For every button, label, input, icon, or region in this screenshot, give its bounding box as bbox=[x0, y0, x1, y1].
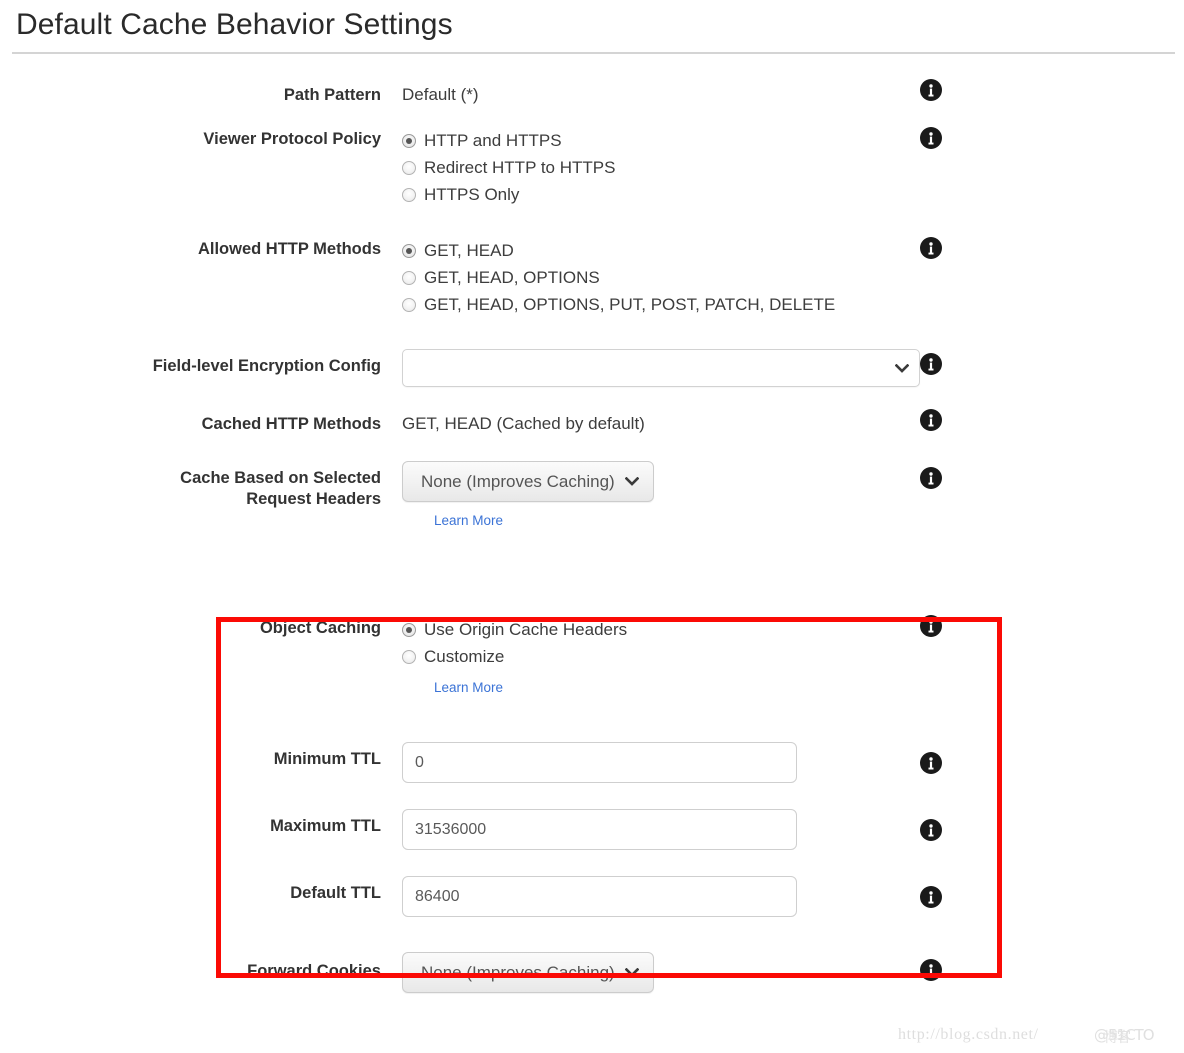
cached-http-methods-label: Cached HTTP Methods bbox=[201, 415, 381, 433]
radio-https-only[interactable]: HTTPS Only bbox=[402, 181, 1184, 208]
row-cached-http-methods: Cached HTTP Methods GET, HEAD (Cached by… bbox=[0, 409, 1184, 459]
radio-http-and-https[interactable]: HTTP and HTTPS bbox=[402, 127, 1184, 154]
radio-label: Customize bbox=[424, 646, 505, 666]
cache-based-on-headers-learn-more-link[interactable]: Learn More bbox=[434, 512, 503, 530]
maximum-ttl-input[interactable] bbox=[402, 809, 797, 850]
row-allowed-http-methods: Allowed HTTP Methods GET, HEAD GET, HEAD… bbox=[0, 236, 1184, 344]
cache-behavior-form: Path Pattern Default (*) Viewer Protocol… bbox=[0, 79, 1184, 1012]
chevron-down-icon bbox=[624, 968, 639, 977]
allowed-http-methods-field: GET, HEAD GET, HEAD, OPTIONS GET, HEAD, … bbox=[381, 236, 1184, 318]
viewer-protocol-policy-field: HTTP and HTTPS Redirect HTTP to HTTPS HT… bbox=[381, 126, 1184, 208]
object-caching-learn-more-link[interactable]: Learn More bbox=[434, 679, 503, 697]
field-level-encryption-config-field bbox=[381, 344, 1184, 387]
radio-get-head[interactable]: GET, HEAD bbox=[402, 237, 1184, 264]
forward-cookies-select[interactable]: None (Improves Caching) bbox=[402, 952, 654, 993]
info-icon[interactable] bbox=[920, 959, 942, 981]
cache-based-on-headers-value: None (Improves Caching) bbox=[421, 471, 615, 491]
info-icon[interactable] bbox=[920, 467, 942, 489]
watermark-overlay-cjk: 博客 bbox=[1104, 1030, 1131, 1046]
default-ttl-label: Default TTL bbox=[290, 884, 381, 902]
radio-label: GET, HEAD, OPTIONS, PUT, POST, PATCH, DE… bbox=[424, 294, 836, 314]
info-icon[interactable] bbox=[920, 353, 942, 375]
page-title: Default Cache Behavior Settings bbox=[16, 8, 453, 41]
row-viewer-protocol-policy: Viewer Protocol Policy HTTP and HTTPS Re… bbox=[0, 126, 1184, 236]
radio-icon bbox=[402, 243, 416, 258]
forward-cookies-value: None (Improves Caching) bbox=[421, 962, 615, 982]
object-caching-field: Use Origin Cache Headers Customize Learn… bbox=[381, 615, 1184, 697]
maximum-ttl-field bbox=[381, 805, 1184, 850]
forward-cookies-field: None (Improves Caching) bbox=[381, 952, 1184, 993]
row-default-ttl: Default TTL bbox=[0, 872, 1184, 939]
info-icon[interactable] bbox=[920, 886, 942, 908]
radio-icon bbox=[402, 622, 416, 637]
row-cache-based-on-headers: Cache Based on Selected Request Headers … bbox=[0, 459, 1184, 581]
radio-use-origin-cache-headers[interactable]: Use Origin Cache Headers bbox=[402, 616, 1184, 643]
watermark: http://blog.csdn.net/ @51CTO 博客 bbox=[898, 1026, 1155, 1046]
maximum-ttl-label: Maximum TTL bbox=[270, 817, 381, 835]
path-pattern-label: Path Pattern bbox=[283, 86, 381, 104]
cache-based-on-headers-label: Cache Based on Selected Request Headers bbox=[0, 459, 381, 510]
chevron-down-icon bbox=[895, 363, 909, 373]
viewer-protocol-policy-radio-group: HTTP and HTTPS Redirect HTTP to HTTPS HT… bbox=[402, 126, 1184, 208]
default-ttl-input[interactable] bbox=[402, 876, 797, 917]
cache-based-on-headers-label-line2: Request Headers bbox=[246, 490, 381, 508]
info-icon[interactable] bbox=[920, 127, 942, 149]
info-icon[interactable] bbox=[920, 79, 942, 101]
row-forward-cookies: Forward Cookies None (Improves Caching) bbox=[0, 939, 1184, 1012]
minimum-ttl-input[interactable] bbox=[402, 742, 797, 783]
radio-label: Use Origin Cache Headers bbox=[424, 619, 628, 639]
forward-cookies-label: Forward Cookies bbox=[247, 962, 381, 980]
info-icon[interactable] bbox=[920, 819, 942, 841]
cache-based-on-headers-select[interactable]: None (Improves Caching) bbox=[402, 461, 654, 502]
path-pattern-field: Default (*) bbox=[381, 79, 1184, 106]
row-path-pattern: Path Pattern Default (*) bbox=[0, 79, 1184, 126]
minimum-ttl-label: Minimum TTL bbox=[273, 750, 381, 768]
info-icon[interactable] bbox=[920, 409, 942, 431]
field-level-encryption-config-label: Field-level Encryption Config bbox=[152, 357, 381, 375]
allowed-http-methods-label: Allowed HTTP Methods bbox=[197, 240, 381, 258]
radio-label: GET, HEAD bbox=[424, 240, 514, 260]
radio-redirect-http-to-https[interactable]: Redirect HTTP to HTTPS bbox=[402, 154, 1184, 181]
object-caching-radio-group: Use Origin Cache Headers Customize bbox=[402, 615, 1184, 670]
radio-icon bbox=[402, 187, 416, 202]
radio-icon bbox=[402, 160, 416, 175]
row-minimum-ttl: Minimum TTL bbox=[0, 738, 1184, 805]
row-maximum-ttl: Maximum TTL bbox=[0, 805, 1184, 872]
radio-label: Redirect HTTP to HTTPS bbox=[424, 157, 616, 177]
default-ttl-field bbox=[381, 872, 1184, 917]
radio-customize[interactable]: Customize bbox=[402, 643, 1184, 670]
allowed-http-methods-radio-group: GET, HEAD GET, HEAD, OPTIONS GET, HEAD, … bbox=[402, 236, 1184, 318]
radio-label: GET, HEAD, OPTIONS bbox=[424, 267, 600, 287]
minimum-ttl-field bbox=[381, 738, 1184, 783]
cache-based-on-headers-label-line1: Cache Based on Selected bbox=[180, 469, 381, 487]
radio-icon bbox=[402, 133, 416, 148]
info-icon[interactable] bbox=[920, 237, 942, 259]
row-field-level-encryption-config: Field-level Encryption Config bbox=[0, 344, 1184, 411]
row-object-caching: Object Caching Use Origin Cache Headers … bbox=[0, 581, 1184, 738]
cached-http-methods-value: GET, HEAD (Cached by default) bbox=[402, 414, 645, 433]
radio-get-head-options-put-post-patch-delete[interactable]: GET, HEAD, OPTIONS, PUT, POST, PATCH, DE… bbox=[402, 291, 1184, 318]
object-caching-label: Object Caching bbox=[259, 619, 381, 637]
chevron-down-icon bbox=[624, 477, 639, 486]
cache-based-on-headers-field: None (Improves Caching) Learn More bbox=[381, 459, 1184, 530]
field-level-encryption-config-select[interactable] bbox=[402, 349, 920, 387]
viewer-protocol-policy-label: Viewer Protocol Policy bbox=[203, 130, 381, 148]
info-icon[interactable] bbox=[920, 752, 942, 774]
radio-label: HTTPS Only bbox=[424, 184, 520, 204]
radio-icon bbox=[402, 297, 416, 312]
radio-icon bbox=[402, 270, 416, 285]
watermark-url: http://blog.csdn.net/ bbox=[898, 1026, 1039, 1043]
radio-icon bbox=[402, 649, 416, 664]
radio-get-head-options[interactable]: GET, HEAD, OPTIONS bbox=[402, 264, 1184, 291]
cached-http-methods-field: GET, HEAD (Cached by default) bbox=[381, 409, 1184, 435]
path-pattern-value: Default (*) bbox=[402, 85, 479, 104]
radio-label: HTTP and HTTPS bbox=[424, 130, 562, 150]
title-divider bbox=[12, 52, 1175, 54]
info-icon[interactable] bbox=[920, 615, 942, 637]
